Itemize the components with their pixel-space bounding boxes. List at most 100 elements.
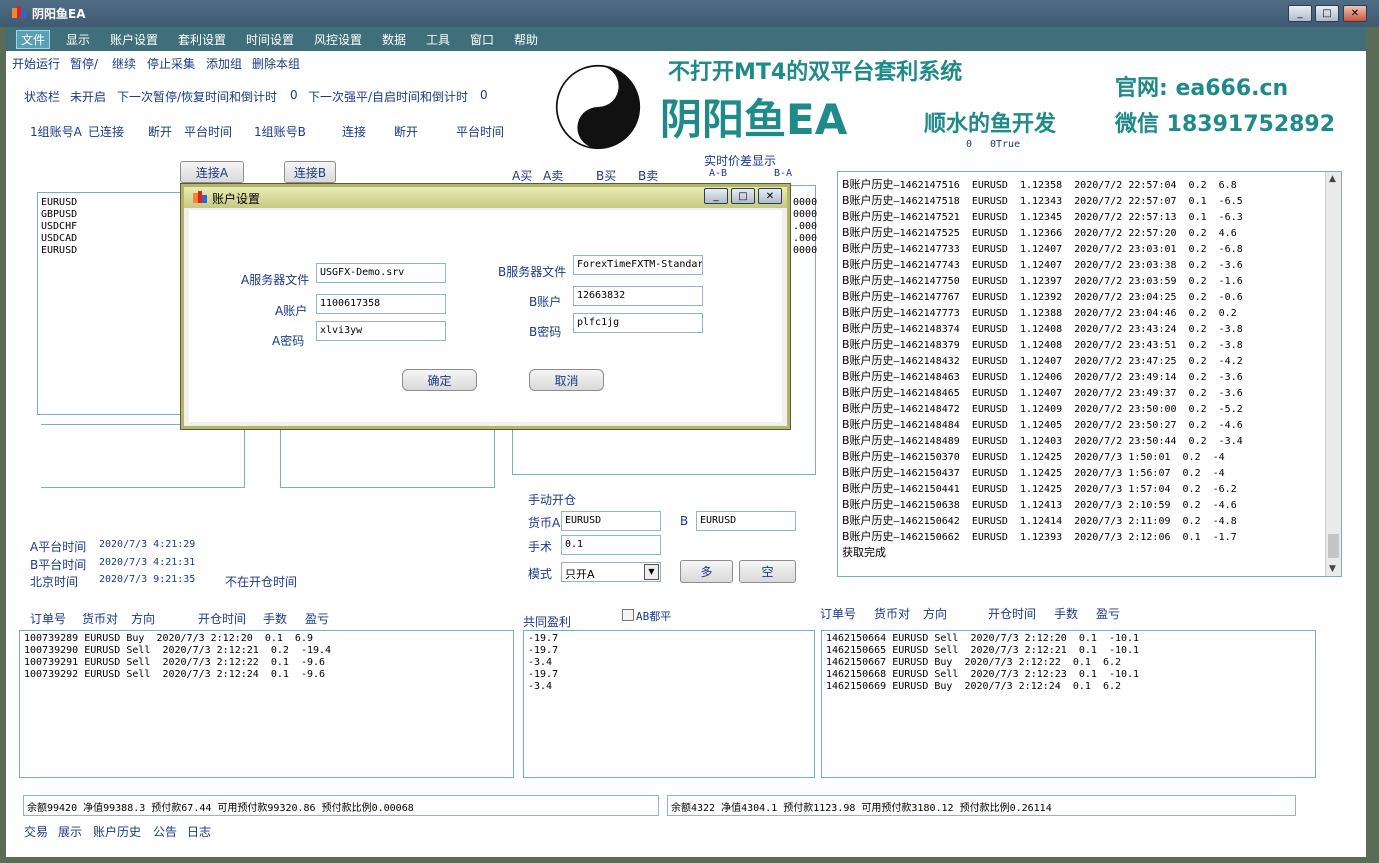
list-item[interactable]: B账户历史—1462150642 EURUSD 1.12414 2020/7/3… bbox=[842, 512, 1237, 528]
menu-risk-settings[interactable]: 风控设置 bbox=[314, 31, 362, 48]
list-item[interactable]: B账户历史—1462148465 EURUSD 1.12407 2020/7/2… bbox=[842, 384, 1243, 400]
table-row[interactable]: 100739292 EURUSD Sell 2020/7/3 2:12:24 0… bbox=[24, 669, 325, 680]
tab-trade[interactable]: 交易 bbox=[24, 823, 48, 840]
list-item[interactable]: -19.7 bbox=[528, 633, 558, 644]
menu-window[interactable]: 窗口 bbox=[470, 31, 494, 48]
list-item[interactable]: USDCAD bbox=[41, 233, 77, 244]
table-row[interactable]: 100739291 EURUSD Sell 2020/7/3 2:12:22 0… bbox=[24, 657, 325, 668]
list-item[interactable]: B账户历史—1462148463 EURUSD 1.12406 2020/7/2… bbox=[842, 368, 1243, 384]
list-item[interactable]: USDCHF bbox=[41, 221, 77, 232]
symbol-a-input[interactable]: EURUSD bbox=[561, 511, 661, 531]
list-item[interactable]: -3.4 bbox=[528, 681, 552, 692]
dialog-close-button[interactable]: ✕ bbox=[758, 188, 782, 204]
table-row[interactable]: 1462150668 EURUSD Sell 2020/7/3 2:12:23 … bbox=[826, 669, 1139, 680]
account-history-list[interactable]: B账户历史 —1462147516 EURUSD 1.12358 2020/7/2… bbox=[837, 171, 1342, 577]
connect-a-button[interactable]: 连接A bbox=[180, 161, 244, 183]
history-scrollbar[interactable]: ▲ ▼ bbox=[1325, 172, 1341, 576]
list-item[interactable]: EURUSD bbox=[41, 197, 77, 208]
common-profit-list[interactable]: -19.7 -19.7 -3.4 -19.7 -3.4 bbox=[523, 630, 815, 778]
list-item[interactable]: B账户历史—1462147518 EURUSD 1.12343 2020/7/2… bbox=[842, 192, 1243, 208]
maximize-button[interactable]: □ bbox=[1315, 5, 1339, 22]
close-button[interactable]: ✕ bbox=[1343, 5, 1367, 22]
table-row[interactable]: 100739290 EURUSD Sell 2020/7/3 2:12:21 0… bbox=[24, 645, 331, 656]
list-item[interactable]: B账户历史—1462150441 EURUSD 1.12425 2020/7/3… bbox=[842, 480, 1237, 496]
add-group-link[interactable]: 添加组 bbox=[206, 55, 242, 72]
short-button[interactable]: 空 bbox=[739, 560, 796, 583]
ok-button[interactable]: 确定 bbox=[402, 369, 477, 391]
table-row[interactable]: 100739289 EURUSD Buy 2020/7/3 2:12:20 0.… bbox=[24, 633, 313, 644]
list-item[interactable]: B账户历史—1462150370 EURUSD 1.12425 2020/7/3… bbox=[842, 448, 1225, 464]
list-item[interactable]: B账户历史—1462147767 EURUSD 1.12392 2020/7/2… bbox=[842, 288, 1243, 304]
scroll-thumb[interactable] bbox=[1328, 534, 1339, 558]
list-item[interactable]: B账户历史—1462148489 EURUSD 1.12403 2020/7/2… bbox=[842, 432, 1243, 448]
pause-link[interactable]: 暂停/ bbox=[70, 55, 98, 72]
a-account-label: A账户 bbox=[275, 304, 308, 318]
a-account-input[interactable]: 1100617358 bbox=[316, 294, 446, 314]
cancel-button[interactable]: 取消 bbox=[529, 369, 604, 391]
resume-link[interactable]: 继续 bbox=[112, 55, 136, 72]
menu-help[interactable]: 帮助 bbox=[514, 31, 538, 48]
menu-account-settings[interactable]: 账户设置 bbox=[110, 31, 158, 48]
a-server-input[interactable]: USGFX-Demo.srv bbox=[316, 263, 446, 283]
symbol-b-input[interactable]: EURUSD bbox=[696, 511, 796, 531]
minimize-button[interactable]: _ bbox=[1288, 5, 1312, 22]
connect-b-button[interactable]: 连接B bbox=[284, 161, 336, 183]
tab-account-history[interactable]: 账户历史 bbox=[93, 823, 141, 840]
group-b-time: 平台时间 bbox=[456, 125, 505, 139]
list-item[interactable]: B账户历史—1462150662 EURUSD 1.12393 2020/7/3… bbox=[842, 528, 1237, 544]
list-item[interactable]: B账户历史—1462147773 EURUSD 1.12388 2020/7/2… bbox=[842, 304, 1237, 320]
dialog-minimize-button[interactable]: _ bbox=[704, 188, 728, 204]
b-account-input[interactable]: 12663832 bbox=[573, 286, 703, 306]
list-item[interactable]: B账户历史—1462150638 EURUSD 1.12413 2020/7/3… bbox=[842, 496, 1237, 512]
menu-tools[interactable]: 工具 bbox=[426, 31, 450, 48]
list-item[interactable]: EURUSD bbox=[41, 245, 77, 256]
table-row[interactable]: 1462150665 EURUSD Sell 2020/7/3 2:12:21 … bbox=[826, 645, 1139, 656]
delete-group-link[interactable]: 删除本组 bbox=[252, 55, 300, 72]
list-item[interactable]: B账户历史—1462147525 EURUSD 1.12366 2020/7/2… bbox=[842, 224, 1237, 240]
orders-a-list[interactable]: 100739289 EURUSD Buy 2020/7/3 2:12:20 0.… bbox=[19, 630, 514, 778]
group-b-connect[interactable]: 连接 bbox=[342, 123, 366, 140]
list-item[interactable]: B账户历史—1462147521 EURUSD 1.12345 2020/7/2… bbox=[842, 208, 1243, 224]
long-button[interactable]: 多 bbox=[680, 560, 733, 583]
list-item[interactable]: B账户历史—1462148374 EURUSD 1.12408 2020/7/2… bbox=[842, 320, 1243, 336]
list-item[interactable]: -3.4 bbox=[528, 657, 552, 668]
list-item[interactable]: -19.7 bbox=[528, 645, 558, 656]
b-server-input[interactable]: ForexTimeFXTM-Standar bbox=[573, 255, 703, 275]
list-item[interactable]: B账户历史—1462148432 EURUSD 1.12407 2020/7/2… bbox=[842, 352, 1243, 368]
tab-notice[interactable]: 公告 bbox=[153, 823, 177, 840]
dialog-maximize-button[interactable]: □ bbox=[731, 188, 755, 204]
ab-close-checkbox[interactable] bbox=[622, 609, 634, 621]
lots-input[interactable]: 0.1 bbox=[561, 535, 661, 555]
menu-file[interactable]: 文件 bbox=[16, 30, 51, 49]
menu-arbitrage-settings[interactable]: 套利设置 bbox=[178, 31, 226, 48]
list-item[interactable]: B账户历史—1462147516 EURUSD 1.12358 2020/7/2… bbox=[842, 176, 1237, 192]
list-item[interactable]: B账户历史—1462148472 EURUSD 1.12409 2020/7/2… bbox=[842, 400, 1243, 416]
menu-data[interactable]: 数据 bbox=[382, 31, 406, 48]
mode-select[interactable]: 只开A ▼ bbox=[561, 562, 661, 582]
group-a-disconnect[interactable]: 断开 bbox=[148, 123, 172, 140]
b-password-input[interactable]: plfc1jg bbox=[573, 313, 703, 333]
list-item[interactable]: GBPUSD bbox=[41, 209, 77, 220]
start-link[interactable]: 开始运行 bbox=[12, 55, 60, 72]
list-item[interactable]: B账户历史—1462150437 EURUSD 1.12425 2020/7/3… bbox=[842, 464, 1225, 480]
orders-b-list[interactable]: 1462150664 EURUSD Sell 2020/7/3 2:12:20 … bbox=[821, 630, 1316, 778]
list-item[interactable]: B账户历史—1462148379 EURUSD 1.12408 2020/7/2… bbox=[842, 336, 1243, 352]
table-row[interactable]: 1462150667 EURUSD Buy 2020/7/3 2:12:22 0… bbox=[826, 657, 1121, 668]
list-item[interactable]: B账户历史—1462147750 EURUSD 1.12397 2020/7/2… bbox=[842, 272, 1243, 288]
scroll-down-icon[interactable]: ▼ bbox=[1329, 564, 1336, 574]
list-item[interactable]: B账户历史—1462147743 EURUSD 1.12407 2020/7/2… bbox=[842, 256, 1243, 272]
stop-collect-link[interactable]: 停止采集 bbox=[147, 55, 195, 72]
chevron-down-icon[interactable]: ▼ bbox=[644, 564, 659, 580]
list-item[interactable]: B账户历史—1462147733 EURUSD 1.12407 2020/7/2… bbox=[842, 240, 1243, 256]
menu-view[interactable]: 显示 bbox=[66, 31, 90, 48]
list-item[interactable]: B账户历史—1462148484 EURUSD 1.12405 2020/7/2… bbox=[842, 416, 1243, 432]
a-password-input[interactable]: xlvi3yw bbox=[316, 321, 446, 341]
menu-time-settings[interactable]: 时间设置 bbox=[246, 31, 294, 48]
tab-log[interactable]: 日志 bbox=[187, 823, 211, 840]
tab-display[interactable]: 展示 bbox=[58, 823, 82, 840]
list-item[interactable]: -19.7 bbox=[528, 669, 558, 680]
scroll-up-icon[interactable]: ▲ bbox=[1329, 174, 1336, 184]
table-row[interactable]: 1462150664 EURUSD Sell 2020/7/3 2:12:20 … bbox=[826, 633, 1139, 644]
group-b-disconnect[interactable]: 断开 bbox=[394, 123, 418, 140]
table-row[interactable]: 1462150669 EURUSD Buy 2020/7/3 2:12:24 0… bbox=[826, 681, 1121, 692]
